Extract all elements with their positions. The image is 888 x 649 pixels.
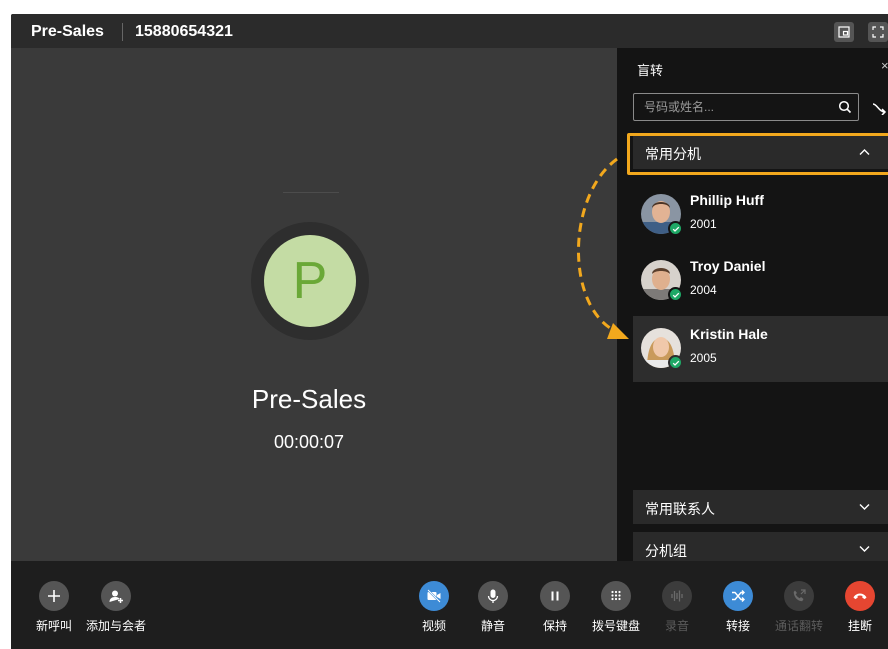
- call-main-area: P Pre-Sales 00:00:07: [11, 48, 617, 561]
- group-label: 分机组: [645, 543, 687, 559]
- plus-icon: [48, 590, 60, 602]
- contact-extension: 2004: [690, 283, 717, 297]
- fullscreen-button[interactable]: [868, 22, 888, 42]
- transfer-button[interactable]: 转接: [711, 581, 765, 634]
- contact-extension: 2005: [690, 351, 717, 365]
- online-status-icon: [668, 287, 683, 302]
- video-button[interactable]: 视频: [407, 581, 461, 634]
- search-box: [633, 93, 859, 121]
- video-off-icon: [427, 589, 441, 603]
- call-timer: 00:00:07: [273, 432, 345, 452]
- caller-name: Pre-Sales: [251, 384, 367, 414]
- contact-name: Troy Daniel: [690, 258, 766, 274]
- hangup-icon: [853, 593, 867, 600]
- search-input[interactable]: [644, 99, 824, 115]
- phone-flip-icon: [793, 589, 806, 602]
- dialpad-button[interactable]: 拨号键盘: [589, 581, 643, 634]
- add-person-icon: [109, 590, 123, 603]
- fullscreen-icon: [872, 26, 884, 38]
- chevron-down-icon: [859, 504, 870, 510]
- mute-label: 静音: [480, 619, 505, 633]
- picture-in-picture-icon: [838, 26, 850, 38]
- search-icon[interactable]: [838, 100, 852, 114]
- mute-button[interactable]: 静音: [466, 581, 520, 634]
- group-favorite-contacts[interactable]: 常用联系人: [633, 490, 888, 524]
- record-label: 录音: [664, 619, 689, 633]
- call-header: Pre-Sales 15880654321: [11, 14, 888, 48]
- group-label: 常用联系人: [645, 501, 715, 517]
- contact-extension: 2001: [690, 217, 717, 231]
- dialpad-label: 拨号键盘: [591, 619, 640, 633]
- contact-item[interactable]: Kristin Hale 2005: [633, 316, 888, 382]
- call-flip-label: 通话翻转: [774, 619, 823, 633]
- contact-item[interactable]: Troy Daniel 2004: [633, 248, 888, 314]
- hangup-button[interactable]: 挂断: [833, 581, 887, 634]
- call-flip-button[interactable]: 通话翻转: [772, 581, 826, 634]
- contact-item[interactable]: Phillip Huff 2001: [633, 182, 888, 248]
- chevron-down-icon: [859, 546, 870, 552]
- panel-title: 盲转: [637, 63, 664, 78]
- video-label: 视频: [421, 619, 446, 633]
- online-status-icon: [668, 355, 683, 370]
- new-call-label: 新呼叫: [35, 619, 72, 633]
- caller-avatar: P: [264, 235, 356, 327]
- add-participant-button[interactable]: 添加与会者: [86, 581, 147, 634]
- header-divider: [122, 23, 123, 41]
- blind-transfer-panel: 盲转 × 常用分机 Philli: [617, 48, 888, 566]
- transfer-label: 转接: [725, 619, 750, 633]
- waveform-icon: [671, 590, 683, 602]
- call-toolbar: 新呼叫 添加与会者 视频 静音 保持 拨号键盘 录音 转接 通话翻转 挂断: [11, 561, 888, 649]
- online-status-icon: [668, 221, 683, 236]
- hangup-label: 挂断: [847, 619, 872, 633]
- add-participant-label: 添加与会者: [86, 619, 147, 633]
- contact-name: Kristin Hale: [690, 326, 768, 342]
- divider: [283, 192, 339, 193]
- dialpad-icon: [611, 590, 621, 601]
- caller-number-header: 15880654321: [135, 23, 233, 40]
- highlight-box: [627, 133, 888, 175]
- shuffle-icon: [732, 590, 745, 602]
- contact-name: Phillip Huff: [690, 192, 764, 208]
- pause-icon: [551, 591, 559, 601]
- call-window: Pre-Sales 15880654321 P Pre-Sales 00:00:…: [11, 14, 888, 649]
- close-panel-button[interactable]: ×: [881, 58, 888, 73]
- transfer-arrow-icon[interactable]: [872, 101, 888, 115]
- record-button[interactable]: 录音: [650, 581, 704, 634]
- hold-label: 保持: [542, 619, 567, 633]
- microphone-icon: [487, 589, 499, 603]
- minimize-window-button[interactable]: [834, 22, 854, 42]
- caller-name-header: Pre-Sales: [31, 23, 104, 40]
- hold-button[interactable]: 保持: [528, 581, 582, 634]
- new-call-button[interactable]: 新呼叫: [27, 581, 81, 634]
